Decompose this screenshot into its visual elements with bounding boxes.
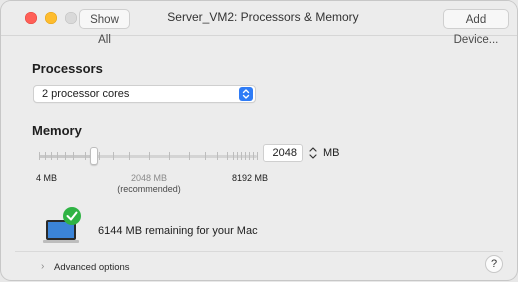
memory-slider-tick: [39, 152, 40, 160]
memory-slider-tick: [217, 152, 218, 160]
memory-slider-tick: [233, 152, 234, 160]
memory-slider-tick: [65, 152, 66, 160]
memory-slider-tick: [57, 152, 58, 160]
memory-stepper[interactable]: [308, 144, 318, 162]
advanced-options-toggle[interactable]: Advanced options: [54, 262, 130, 273]
memory-max-label: 8192 MB: [232, 173, 269, 183]
memory-slider-tick: [149, 152, 150, 160]
memory-slider-tick: [241, 152, 242, 160]
add-device-button[interactable]: Add Device...: [443, 9, 509, 46]
memory-value-field[interactable]: 2048: [263, 144, 303, 162]
memory-slider-tick: [227, 152, 228, 160]
stepper-arrows-icon: [309, 147, 317, 159]
remaining-memory-text: 6144 MB remaining for your Mac: [98, 225, 258, 237]
chevron-right-icon[interactable]: ›: [41, 261, 44, 272]
memory-slider-tick: [249, 152, 250, 160]
processor-cores-popup[interactable]: 2 processor cores: [33, 85, 256, 103]
memory-slider-tick: [205, 152, 206, 160]
popup-arrows-icon: [239, 87, 253, 101]
processors-heading: Processors: [32, 61, 103, 76]
memory-slider-tick: [85, 152, 86, 160]
memory-slider-tick: [129, 152, 130, 160]
memory-slider-tick: [99, 152, 100, 160]
window-title-text: Server_VM2: Processors & Memory: [167, 10, 359, 24]
memory-slider-tick: [45, 152, 46, 160]
memory-slider-tick: [169, 152, 170, 160]
memory-slider-tick: [113, 152, 114, 160]
memory-slider-tick: [257, 152, 258, 160]
memory-slider-tick: [245, 152, 246, 160]
memory-min-label: 4 MB: [36, 173, 58, 183]
macbook-check-icon: [43, 206, 83, 246]
processor-cores-value: 2 processor cores: [42, 88, 130, 100]
memory-recommended-note: (recommended): [117, 184, 181, 194]
memory-slider-track[interactable]: [39, 152, 258, 160]
help-button[interactable]: ?: [485, 255, 503, 273]
memory-slider-tick: [253, 152, 254, 160]
memory-slider-tick: [189, 152, 190, 160]
preferences-window: Show All Server_VM2: Processors & Memory…: [1, 1, 517, 280]
memory-slider-tick: [237, 152, 238, 160]
footer-divider: [15, 251, 503, 252]
memory-slider-tick: [73, 152, 74, 160]
memory-heading: Memory: [32, 123, 82, 138]
title-bar: Show All Server_VM2: Processors & Memory…: [1, 1, 517, 46]
memory-slider-knob[interactable]: [89, 147, 98, 165]
memory-slider-tick: [51, 152, 52, 160]
memory-unit-label: MB: [323, 147, 340, 159]
memory-recommended-value-label: 2048 MB: [130, 173, 168, 183]
window-title: Server_VM2: Processors & Memory: [1, 10, 517, 24]
